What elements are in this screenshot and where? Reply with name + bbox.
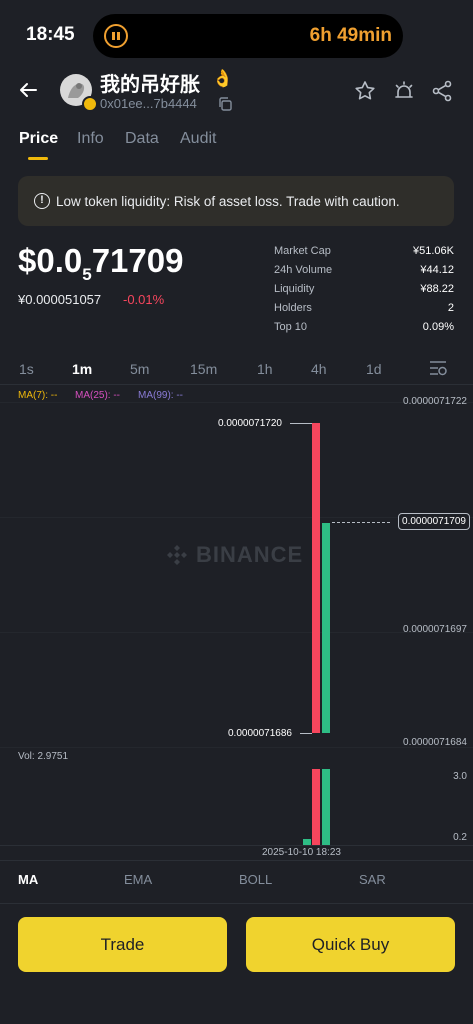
dynamic-island[interactable]: 6h 49min (93, 14, 403, 58)
y-tick-bottom: 0.0000071684 (403, 737, 467, 748)
indicator-sar[interactable]: SAR (359, 872, 386, 887)
pause-icon (104, 24, 128, 48)
candle-red (312, 423, 320, 733)
interval-1m[interactable]: 1m (72, 361, 92, 377)
y-tick-top: 0.0000071722 (403, 396, 467, 407)
vol-tick-top: 3.0 (453, 771, 467, 782)
divider (0, 903, 473, 904)
stat-label-liquidity: Liquidity (274, 283, 315, 295)
tab-audit[interactable]: Audit (180, 130, 216, 148)
time-axis-label: 2025-10-10 18:23 (262, 847, 341, 858)
volume-bar (322, 769, 330, 845)
candle-layer (0, 0, 473, 1024)
quick-buy-button[interactable]: Quick Buy (246, 917, 455, 972)
binance-watermark: BINANCE (196, 542, 304, 567)
volume-label: Vol: 2.9751 (18, 751, 69, 762)
ma7-label: MA(7): -- (18, 390, 58, 401)
token-address[interactable]: 0x01ee...7b4444 (100, 96, 197, 111)
back-arrow-icon[interactable] (16, 78, 40, 102)
tab-data[interactable]: Data (125, 130, 159, 148)
stat-value-liquidity: ¥88.22 (420, 283, 454, 295)
low-price-label: 0.0000071686 (228, 728, 292, 739)
active-tab-indicator (28, 157, 48, 160)
divider (0, 384, 473, 385)
high-price-label: 0.0000071720 (218, 418, 282, 429)
high-leader-line (290, 423, 312, 424)
price-change: -0.01% (123, 292, 165, 307)
price-digits: 71709 (91, 242, 184, 279)
indicator-ema[interactable]: EMA (124, 872, 152, 887)
stat-label-market-cap: Market Cap (274, 245, 331, 257)
hand-emoji-icon: 👌 (212, 69, 234, 88)
current-price-tag: 0.0000071709 (398, 513, 470, 530)
token-name: 我的吊好胀 (100, 74, 200, 96)
stat-label-volume: 24h Volume (274, 264, 333, 276)
warning-text: Low token liquidity: Risk of asset loss.… (56, 193, 400, 209)
indicator-boll[interactable]: BOLL (239, 872, 272, 887)
copy-icon[interactable] (217, 96, 233, 112)
price-usd: $0.0571709 (18, 242, 183, 285)
current-price-line (332, 522, 390, 523)
price-prefix: $0.0 (18, 242, 83, 279)
share-icon[interactable] (430, 79, 454, 103)
stat-value-top10: 0.09% (422, 321, 454, 333)
stat-label-top10: Top 10 (274, 321, 308, 333)
grid-line (0, 845, 473, 846)
alert-icon[interactable] (392, 79, 416, 103)
trade-button[interactable]: Trade (18, 917, 227, 972)
price-cny: ¥0.000051057 (18, 292, 102, 307)
tab-info[interactable]: Info (77, 130, 104, 148)
candle-green (322, 523, 330, 733)
interval-4h[interactable]: 4h (311, 361, 327, 377)
ma99-label: MA(99): -- (138, 390, 183, 401)
stat-label-holders: Holders (274, 302, 312, 314)
divider (0, 860, 473, 861)
chain-badge-icon (82, 96, 98, 112)
indicator-ma[interactable]: MA (18, 872, 38, 887)
status-time: 18:45 (26, 24, 75, 45)
stat-value-holders: 2 (447, 302, 454, 314)
price-zero-count: 5 (82, 265, 92, 284)
y-tick-mid: 0.0000071697 (403, 624, 467, 635)
vol-tick-bottom: 0.2 (453, 832, 467, 843)
stat-value-market-cap: ¥51.06K (413, 245, 454, 257)
ma25-label: MA(25): -- (75, 390, 120, 401)
liquidity-warning: ! Low token liquidity: Risk of asset los… (18, 176, 454, 226)
island-timer: 6h 49min (309, 25, 392, 46)
indicator-settings-icon[interactable] (428, 359, 448, 377)
stat-value-volume: ¥44.12 (420, 264, 454, 276)
info-icon: ! (34, 193, 50, 209)
low-leader-line (300, 733, 312, 734)
volume-bar (312, 769, 320, 845)
interval-1s[interactable]: 1s (19, 361, 34, 377)
binance-logo-icon (167, 545, 187, 565)
interval-1h[interactable]: 1h (257, 361, 273, 377)
interval-1d[interactable]: 1d (366, 361, 382, 377)
star-icon[interactable] (353, 79, 377, 103)
tab-price[interactable]: Price (19, 130, 58, 148)
interval-15m[interactable]: 15m (190, 361, 217, 377)
interval-5m[interactable]: 5m (130, 361, 149, 377)
